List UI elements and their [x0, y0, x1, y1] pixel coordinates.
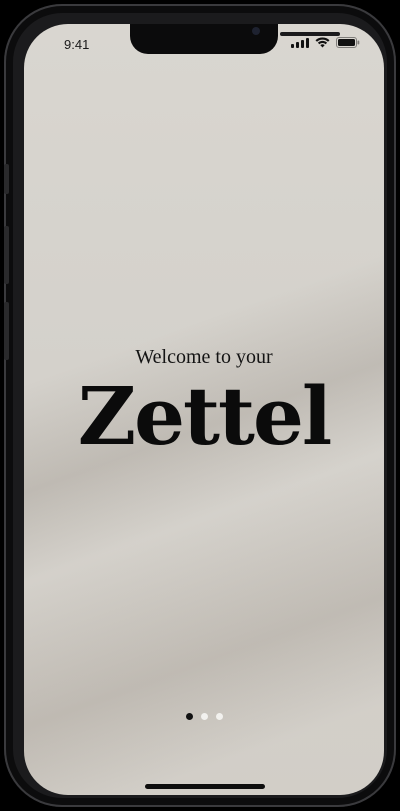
- home-indicator[interactable]: [145, 784, 265, 789]
- volume-up-button: [4, 226, 9, 284]
- page-dot-1[interactable]: [185, 713, 193, 720]
- phone-frame: 9:41 Welcome to your Zettel: [4, 4, 396, 807]
- page-dot-3[interactable]: [215, 713, 223, 720]
- app-title: Zettel: [77, 369, 333, 463]
- speaker-grille: [280, 32, 340, 36]
- signal-icon: [291, 37, 309, 48]
- welcome-text: Welcome to your: [135, 346, 273, 368]
- status-icons: [291, 37, 360, 48]
- screen: 9:41 Welcome to your Zettel: [24, 24, 384, 795]
- page-dot-2[interactable]: [200, 713, 208, 720]
- page-indicator[interactable]: [24, 713, 384, 720]
- battery-icon: [336, 37, 360, 48]
- status-time: 9:41: [64, 37, 90, 52]
- volume-down-button: [4, 302, 9, 360]
- notch: [130, 24, 340, 54]
- camera-icon: [252, 27, 260, 35]
- wifi-icon: [315, 37, 330, 48]
- mute-switch: [4, 164, 9, 194]
